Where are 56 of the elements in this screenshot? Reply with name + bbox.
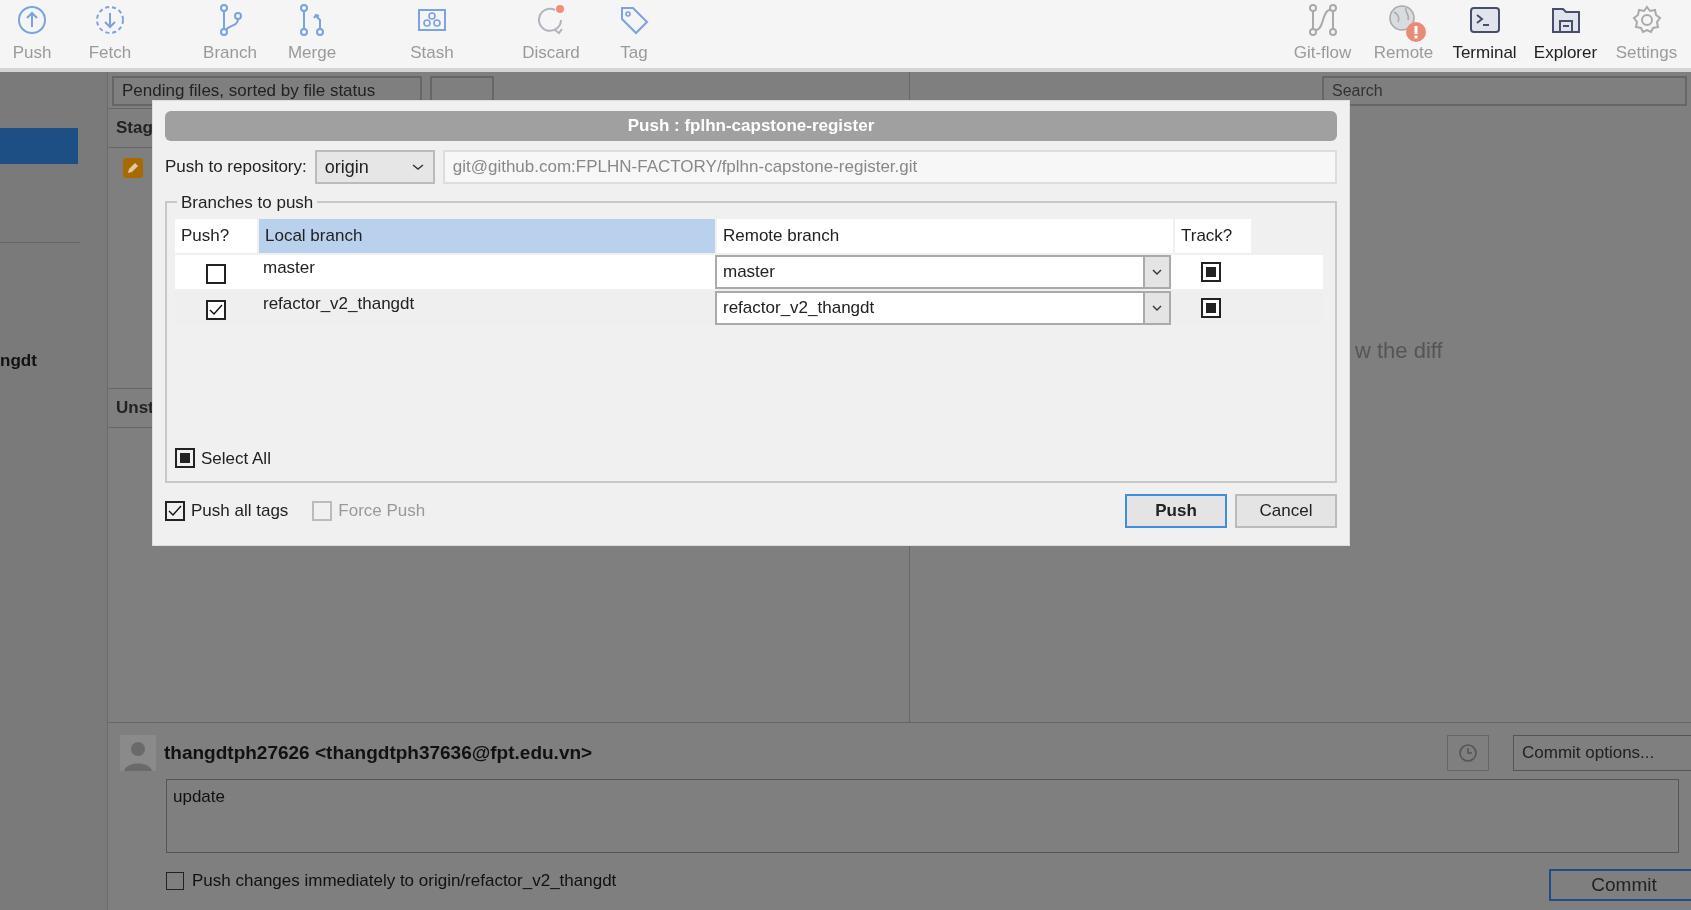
avatar-icon — [120, 735, 156, 771]
checkbox-label: Push all tags — [191, 500, 289, 523]
section-header: Unst — [116, 397, 154, 420]
toolbar-button[interactable]: Merge — [274, 0, 350, 66]
terminal-icon — [1468, 4, 1501, 36]
settings-icon — [1630, 4, 1663, 36]
dialog-button[interactable]: Push — [1125, 494, 1227, 528]
checkbox-label: Push changes immediately to origin/refactor_v2_thangdt — [192, 870, 617, 893]
toolbar-button[interactable]: Stash — [394, 0, 470, 66]
toolbar-button[interactable]: Fetch — [72, 0, 148, 66]
toolbar-button[interactable]: Push — [0, 0, 70, 66]
pencil-icon — [123, 158, 143, 178]
search-field[interactable]: Search — [1322, 76, 1687, 106]
commit-button[interactable]: Commit — [1549, 869, 1691, 901]
url-field[interactable]: git@github.com:FPLHN-FACTORY/fplhn-capstone-register.git — [442, 150, 1337, 184]
field-label: Push to repository: — [165, 156, 307, 179]
checkbox[interactable] — [1201, 262, 1221, 282]
repository-dropdown[interactable]: origin — [314, 150, 435, 184]
remote-branch-dropdown[interactable]: master — [715, 255, 1171, 289]
toolbar-button[interactable]: Discard — [513, 0, 589, 66]
upload-icon — [16, 4, 48, 36]
checkbox[interactable] — [206, 264, 226, 284]
toolbar-button[interactable]: Terminal — [1444, 0, 1525, 66]
table-cell-text: refactor_v2_thangdt — [262, 293, 416, 315]
toolbar-button[interactable]: Settings — [1606, 0, 1687, 66]
section-header: Stag — [116, 117, 153, 140]
author-name: thangdtph27626 <thangdtph37636@fpt.edu.vn> — [164, 740, 593, 765]
checkbox[interactable] — [165, 501, 185, 521]
column-header[interactable]: Push? — [175, 219, 257, 253]
discard-icon — [535, 4, 567, 36]
search-placeholder: Search — [1332, 81, 1383, 101]
dialog-title: Push : fplhn-capstone-register — [165, 111, 1337, 141]
checkbox[interactable] — [166, 872, 184, 890]
column-header[interactable]: Remote branch — [717, 219, 1173, 253]
checkbox-label: Select All — [201, 447, 271, 470]
commit-message-field[interactable]: update — [166, 779, 1679, 853]
toolbar-button[interactable]: Tag — [596, 0, 672, 66]
tag-icon — [618, 4, 650, 36]
commit-options-dropdown[interactable]: Commit options... — [1513, 735, 1691, 771]
checkbox[interactable] — [175, 448, 195, 469]
toolbar-button[interactable]: Git-flow — [1282, 0, 1363, 66]
download-icon — [94, 4, 126, 36]
toolbar-button[interactable]: Remote — [1363, 0, 1444, 66]
clock-icon — [1458, 743, 1478, 763]
branch-name: ngdt — [0, 350, 37, 372]
dialog-button[interactable]: Cancel — [1235, 494, 1337, 528]
table-cell-text: master — [262, 257, 316, 279]
remote-branch-dropdown[interactable]: refactor_v2_thangdt — [715, 291, 1171, 325]
toolbar-button[interactable]: Branch — [192, 0, 268, 66]
toolbar-button[interactable]: Explorer — [1525, 0, 1606, 66]
checkbox[interactable] — [1201, 298, 1221, 318]
column-header[interactable]: Track? — [1175, 219, 1251, 253]
flow-icon — [1306, 4, 1339, 36]
checkbox-label: Force Push — [338, 500, 426, 523]
checkbox[interactable] — [206, 300, 226, 320]
column-header[interactable]: Local branch — [259, 219, 715, 253]
